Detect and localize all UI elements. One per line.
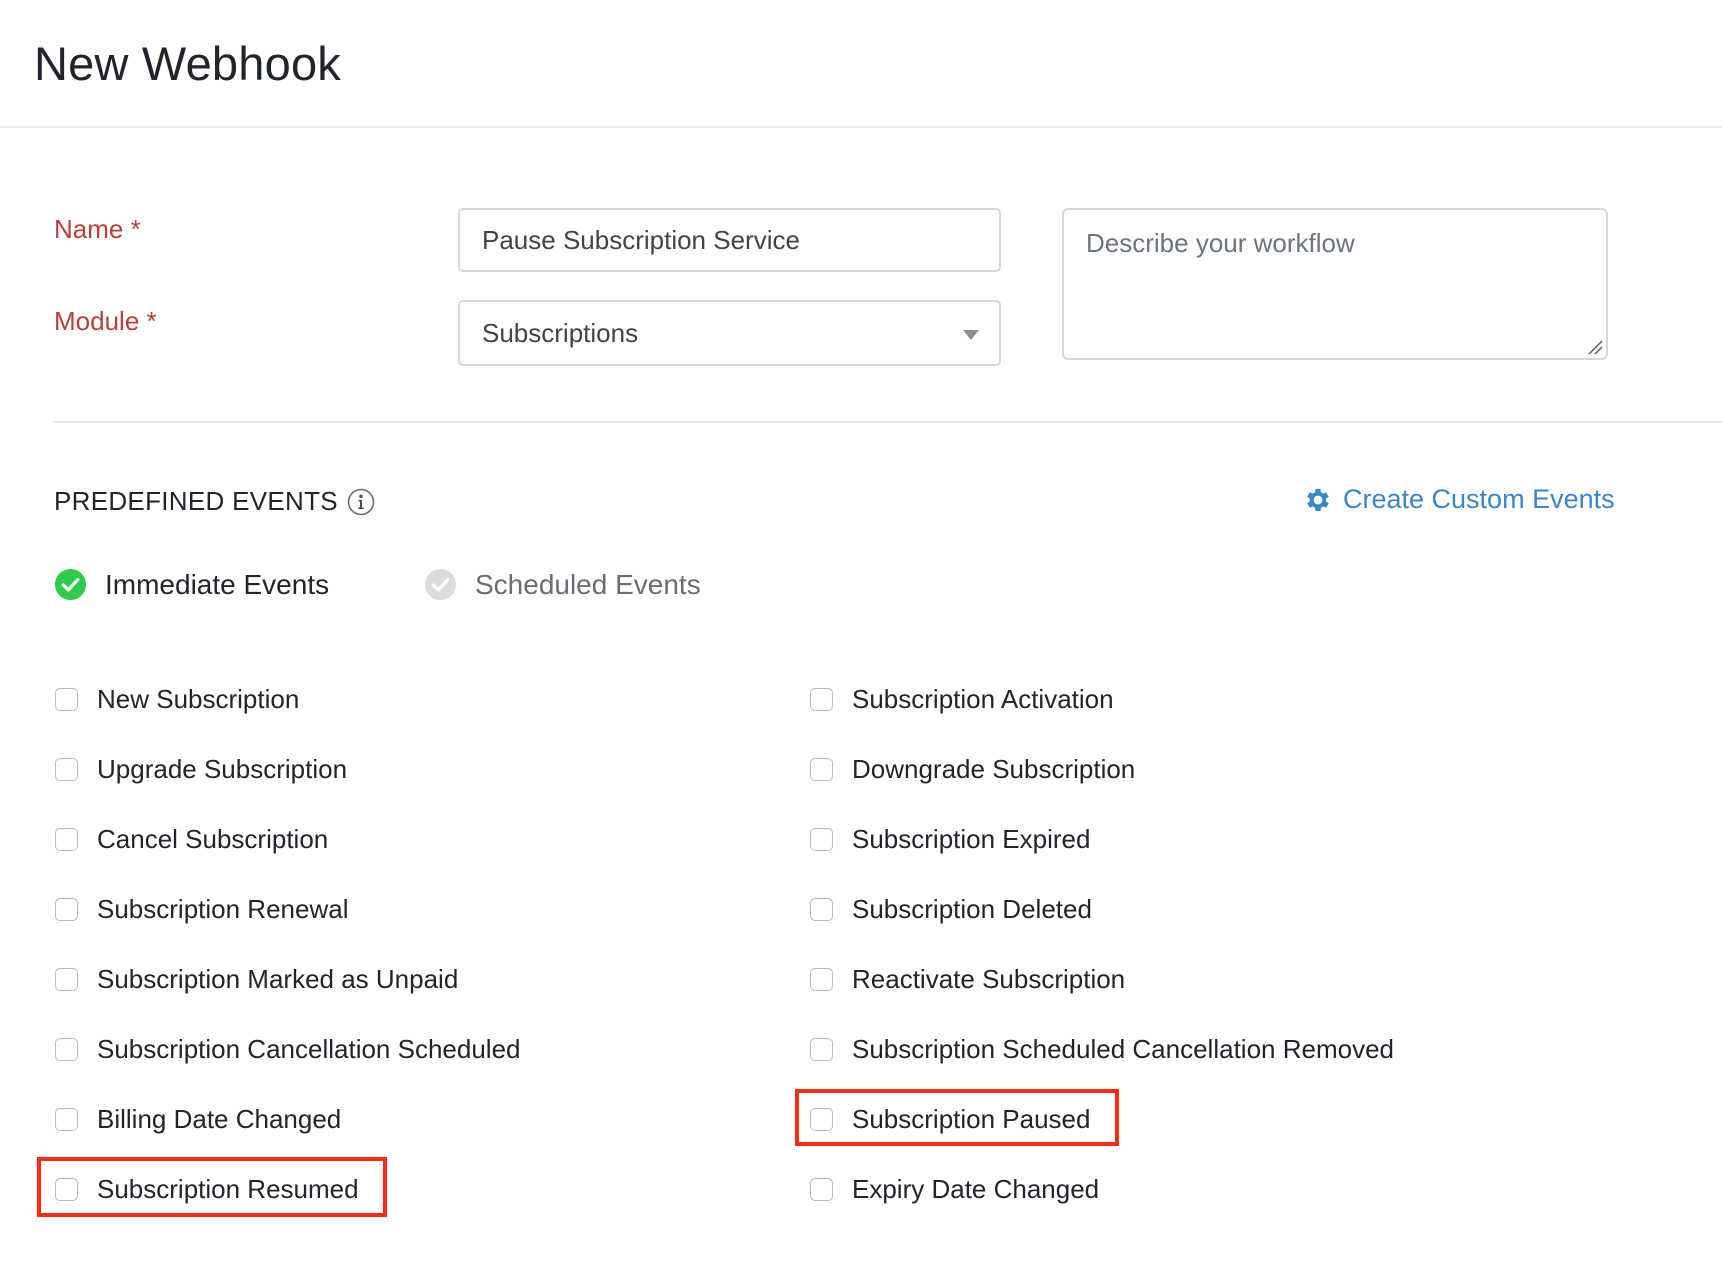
event-label: Subscription Cancellation Scheduled xyxy=(97,1033,521,1064)
checkbox[interactable] xyxy=(810,1107,833,1131)
event-label: Subscription Marked as Unpaid xyxy=(97,963,459,994)
event-label: Billing Date Changed xyxy=(97,1103,342,1134)
checkbox[interactable] xyxy=(810,1037,833,1061)
event-label: New Subscription xyxy=(97,683,300,714)
checkbox[interactable] xyxy=(810,897,833,921)
event-label: Upgrade Subscription xyxy=(97,753,348,784)
checkbox[interactable] xyxy=(55,1177,78,1201)
checkbox[interactable] xyxy=(810,967,833,991)
check-circle-icon xyxy=(424,568,457,601)
event-upgrade-subscription[interactable]: Upgrade Subscription xyxy=(55,749,347,789)
info-circle-icon[interactable] xyxy=(347,488,375,516)
event-cancel-subscription[interactable]: Cancel Subscription xyxy=(55,819,328,859)
tab-immediate-events-label: Immediate Events xyxy=(105,568,330,600)
checkbox[interactable] xyxy=(55,897,78,921)
name-input[interactable]: Pause Subscription Service xyxy=(458,208,1001,272)
tab-scheduled-events[interactable]: Scheduled Events xyxy=(424,568,701,601)
event-subscription-activation[interactable]: Subscription Activation xyxy=(810,679,1114,719)
module-select[interactable]: Subscriptions xyxy=(458,300,1001,366)
checkbox[interactable] xyxy=(55,827,78,851)
event-subscription-deleted[interactable]: Subscription Deleted xyxy=(810,889,1092,929)
checkbox[interactable] xyxy=(810,757,833,781)
checkbox[interactable] xyxy=(55,757,78,781)
checkbox[interactable] xyxy=(55,967,78,991)
checkbox[interactable] xyxy=(55,687,78,711)
event-scheduled-cancellation-removed[interactable]: Subscription Scheduled Cancellation Remo… xyxy=(810,1029,1394,1069)
gear-icon xyxy=(1307,488,1329,511)
event-new-subscription[interactable]: New Subscription xyxy=(55,679,299,719)
description-placeholder: Describe your workflow xyxy=(1086,228,1355,258)
module-label: Module * xyxy=(54,306,157,336)
event-label: Subscription Expired xyxy=(852,823,1091,854)
event-label: Downgrade Subscription xyxy=(852,753,1136,784)
event-label: Subscription Renewal xyxy=(97,893,349,924)
tab-immediate-events[interactable]: Immediate Events xyxy=(54,568,329,601)
event-label: Subscription Scheduled Cancellation Remo… xyxy=(852,1033,1394,1064)
event-label: Subscription Deleted xyxy=(852,893,1092,924)
event-label: Expiry Date Changed xyxy=(852,1173,1100,1204)
create-custom-events-link[interactable]: Create Custom Events xyxy=(1303,484,1615,515)
create-custom-events-label: Create Custom Events xyxy=(1343,484,1615,514)
name-input-value: Pause Subscription Service xyxy=(482,224,800,255)
event-label: Subscription Resumed xyxy=(97,1173,359,1204)
event-subscription-paused[interactable]: Subscription Paused xyxy=(810,1099,1090,1139)
tab-scheduled-events-label: Scheduled Events xyxy=(475,568,701,600)
event-subscription-marked-unpaid[interactable]: Subscription Marked as Unpaid xyxy=(55,959,458,999)
event-subscription-cancellation-scheduled[interactable]: Subscription Cancellation Scheduled xyxy=(55,1029,521,1069)
resize-handle-icon[interactable] xyxy=(1587,339,1603,355)
event-subscription-expired[interactable]: Subscription Expired xyxy=(810,819,1090,859)
check-circle-icon xyxy=(54,568,87,601)
event-reactivate-subscription[interactable]: Reactivate Subscription xyxy=(810,959,1125,999)
event-label: Subscription Activation xyxy=(852,683,1114,714)
event-label: Subscription Paused xyxy=(852,1103,1091,1134)
event-subscription-resumed[interactable]: Subscription Resumed xyxy=(55,1169,359,1209)
checkbox[interactable] xyxy=(810,827,833,851)
section-divider xyxy=(54,421,1722,423)
event-billing-date-changed[interactable]: Billing Date Changed xyxy=(55,1099,341,1139)
checkbox[interactable] xyxy=(810,687,833,711)
event-downgrade-subscription[interactable]: Downgrade Subscription xyxy=(810,749,1135,789)
page-title: New Webhook xyxy=(34,37,341,90)
page-header: New Webhook xyxy=(0,0,1722,128)
predefined-events-heading: PREDEFINED EVENTS xyxy=(54,486,375,517)
dropdown-arrow-icon xyxy=(963,330,979,340)
checkbox[interactable] xyxy=(55,1037,78,1061)
predefined-events-title: PREDEFINED EVENTS xyxy=(54,486,338,516)
checkbox[interactable] xyxy=(810,1177,833,1201)
description-textarea[interactable]: Describe your workflow xyxy=(1062,208,1608,360)
event-label: Reactivate Subscription xyxy=(852,963,1126,994)
checkbox[interactable] xyxy=(55,1107,78,1131)
module-select-value: Subscriptions xyxy=(482,317,639,348)
event-expiry-date-changed[interactable]: Expiry Date Changed xyxy=(810,1169,1099,1209)
event-subscription-renewal[interactable]: Subscription Renewal xyxy=(55,889,348,929)
event-label: Cancel Subscription xyxy=(97,823,329,854)
name-label: Name * xyxy=(54,214,141,244)
